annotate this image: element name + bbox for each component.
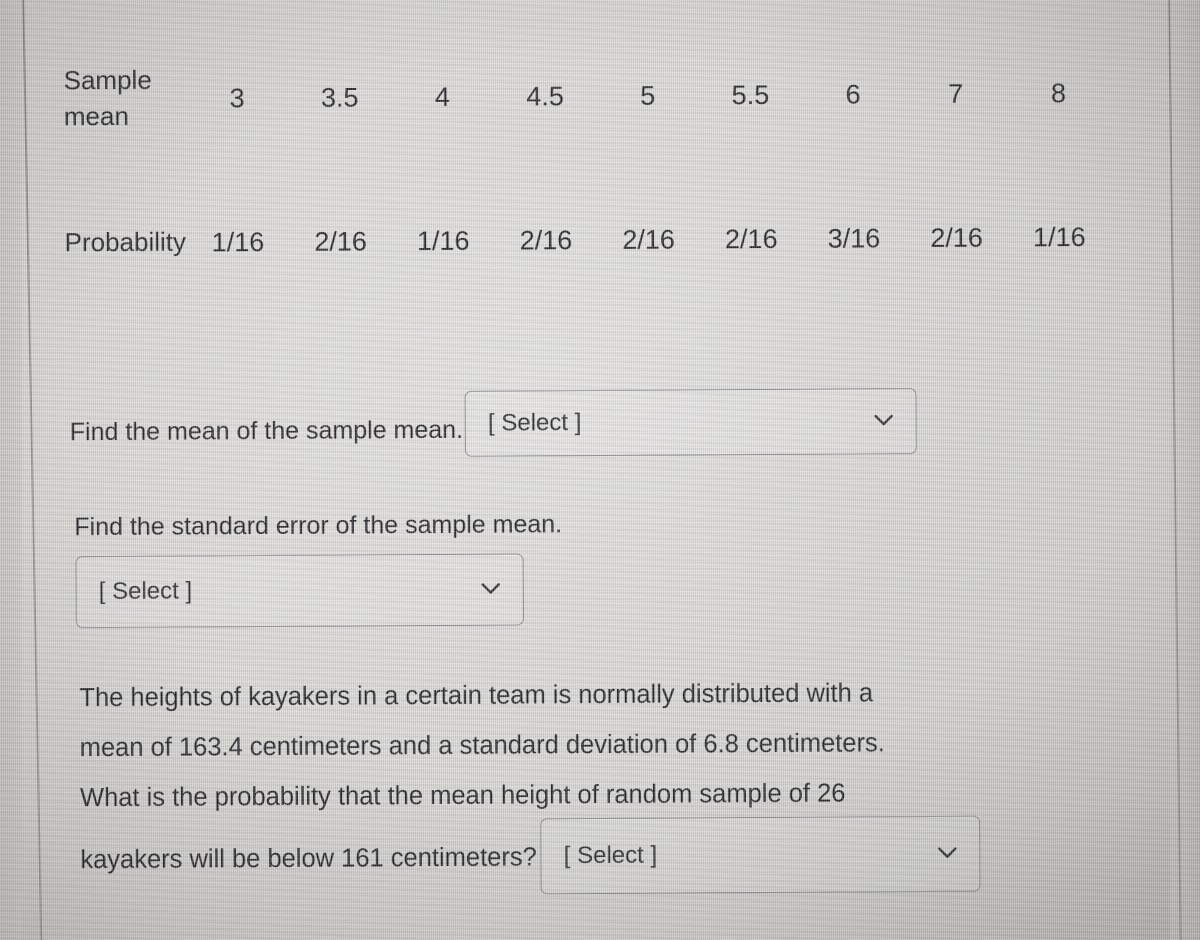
select-probability-below-161[interactable]: [ Select ] bbox=[540, 815, 981, 895]
table-cell: 4.5 bbox=[526, 80, 564, 111]
table-cell: 3.5 bbox=[320, 81, 359, 113]
question-3-line-4: kayakers will be below 161 centimeters? bbox=[80, 843, 537, 875]
select-value: [ Select ] bbox=[487, 409, 582, 437]
table-row-probability: Probability 1/16 2/16 1/16 2/16 2/16 2/1… bbox=[64, 217, 1110, 263]
question-3-line-4-row: kayakers will be below 161 centimeters? … bbox=[80, 815, 1095, 897]
question-1-label: Find the mean of the sample mean. bbox=[69, 416, 464, 447]
table-cell: 1/16 bbox=[211, 226, 265, 257]
sample-mean-cells: 3 3.5 4 4.5 5 5.5 6 7 8 bbox=[186, 77, 1110, 114]
table-cell: 2/16 bbox=[622, 224, 675, 255]
select-mean-of-sample-mean[interactable]: [ Select ] bbox=[464, 388, 918, 457]
table-cell: 1/16 bbox=[1032, 221, 1086, 252]
question-3-line-3: What is the probability that the mean he… bbox=[79, 779, 846, 813]
question-3-block: The heights of kayakers in a certain tea… bbox=[79, 667, 1095, 897]
table-cell: 2/16 bbox=[930, 222, 983, 253]
probability-cells: 1/16 2/16 1/16 2/16 2/16 2/16 3/16 2/16 … bbox=[187, 221, 1111, 258]
header-probability: Probability bbox=[64, 226, 187, 258]
question-3-line-2: mean of 163.4 centimeters and a standard… bbox=[79, 729, 885, 763]
table-cell: 2/16 bbox=[314, 225, 367, 257]
table-cell: 5.5 bbox=[731, 79, 770, 110]
chevron-down-icon bbox=[481, 582, 501, 594]
table-cell: 8 bbox=[1050, 77, 1067, 108]
table-cell: 3 bbox=[229, 82, 245, 113]
table-cell: 1/16 bbox=[416, 225, 470, 256]
question-2-label: Find the standard error of the sample me… bbox=[74, 510, 563, 542]
table-cell: 7 bbox=[948, 78, 964, 109]
table-cell: 5 bbox=[640, 80, 656, 111]
question-mean-of-sample-mean: Find the mean of the sample mean. [ Sele… bbox=[69, 388, 918, 459]
sampling-distribution-table: Sample mean 3 3.5 4 4.5 5 5.5 6 7 8 Prob… bbox=[63, 47, 1110, 263]
table-cell: 4 bbox=[434, 81, 450, 112]
select-value: [ Select ] bbox=[98, 577, 193, 606]
table-cell: 2/16 bbox=[724, 223, 778, 254]
select-standard-error[interactable]: [ Select ] bbox=[75, 553, 524, 629]
select-value: [ Select ] bbox=[563, 841, 658, 870]
chevron-down-icon bbox=[938, 847, 958, 859]
screen-photo: Sample mean 3 3.5 4 4.5 5 5.5 6 7 8 Prob… bbox=[0, 0, 1200, 940]
table-cell: 2/16 bbox=[519, 224, 573, 255]
table-row-sample-mean: Sample mean 3 3.5 4 4.5 5 5.5 6 7 8 bbox=[63, 47, 1110, 145]
table-cell: 3/16 bbox=[827, 222, 881, 254]
chevron-down-icon bbox=[874, 414, 894, 426]
header-sample-mean: Sample mean bbox=[63, 64, 152, 132]
table-cell: 6 bbox=[845, 78, 861, 109]
question-3-line-1: The heights of kayakers in a certain tea… bbox=[79, 679, 874, 713]
quiz-content: Sample mean 3 3.5 4 4.5 5 5.5 6 7 8 Prob… bbox=[0, 0, 1200, 940]
